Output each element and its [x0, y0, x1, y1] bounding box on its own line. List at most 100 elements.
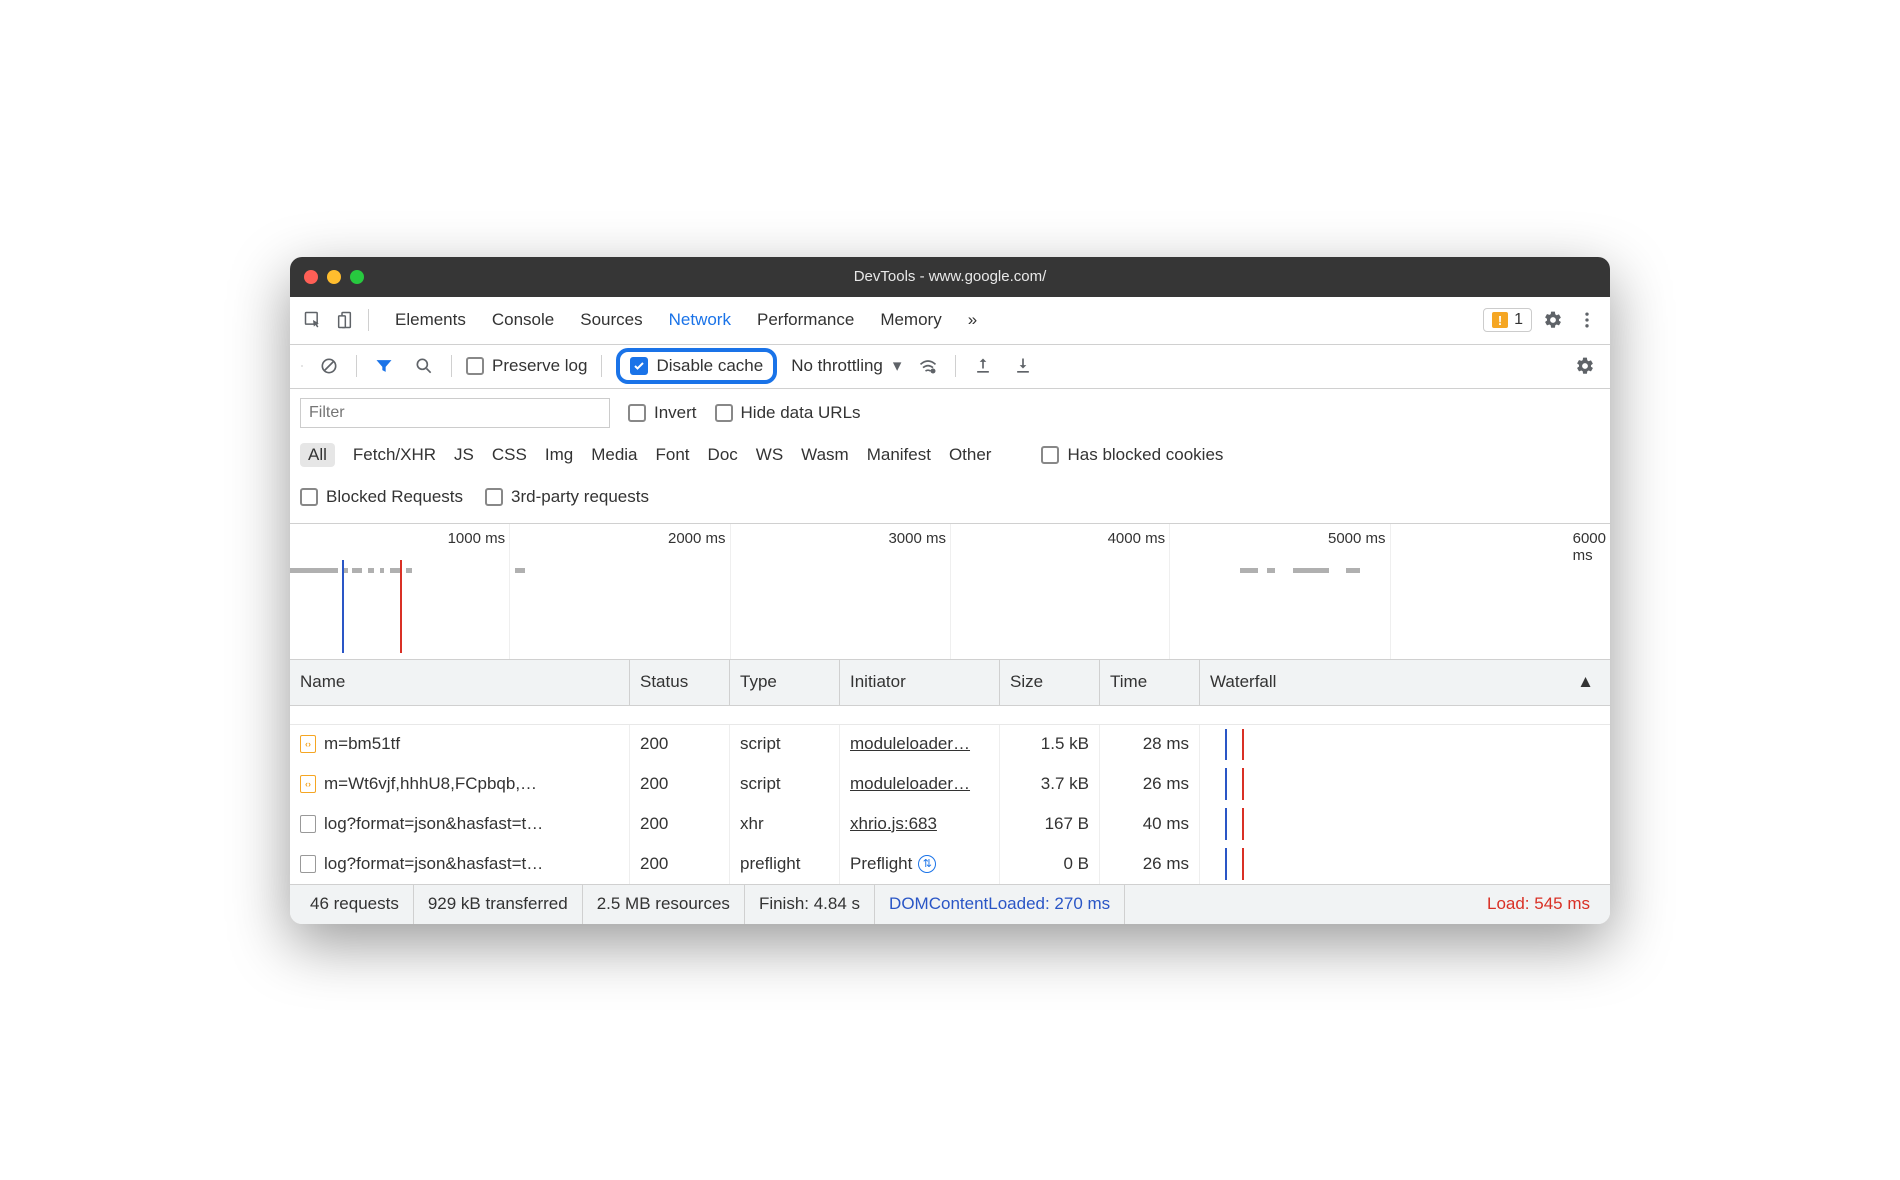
type-fetch-xhr[interactable]: Fetch/XHR	[353, 445, 436, 465]
col-size[interactable]: Size	[1000, 660, 1100, 705]
type-doc[interactable]: Doc	[708, 445, 738, 465]
device-toolbar-icon[interactable]	[334, 307, 360, 333]
tick-label: 3000 ms	[888, 530, 950, 547]
issues-badge[interactable]: ! 1	[1483, 308, 1532, 332]
type-manifest[interactable]: Manifest	[867, 445, 931, 465]
divider	[451, 355, 452, 377]
request-type: script	[730, 764, 840, 804]
request-type: script	[730, 725, 840, 764]
waterfall-cell	[1200, 804, 1610, 844]
third-party-checkbox[interactable]: 3rd-party requests	[485, 487, 649, 507]
request-time: 26 ms	[1100, 844, 1200, 884]
type-other[interactable]: Other	[949, 445, 992, 465]
window-controls	[304, 270, 364, 284]
type-wasm[interactable]: Wasm	[801, 445, 849, 465]
minimize-window-button[interactable]	[327, 270, 341, 284]
waterfall-cell	[1200, 725, 1610, 764]
tab-memory[interactable]: Memory	[880, 310, 941, 330]
inspect-element-icon[interactable]	[300, 307, 326, 333]
col-status[interactable]: Status	[630, 660, 730, 705]
blocked-requests-label: Blocked Requests	[326, 487, 463, 507]
titlebar: DevTools - www.google.com/	[290, 257, 1610, 297]
request-type: preflight	[730, 844, 840, 884]
table-row[interactable]: log?format=json&hasfast=t… 200 preflight…	[290, 844, 1610, 884]
tick-label: 4000 ms	[1108, 530, 1170, 547]
panel-settings-icon[interactable]	[1572, 353, 1598, 379]
export-har-icon[interactable]	[1010, 353, 1036, 379]
import-har-icon[interactable]	[970, 353, 996, 379]
request-name: m=Wt6vjf,hhhU8,FCpbqb,…	[324, 774, 537, 794]
type-all[interactable]: All	[300, 443, 335, 467]
network-conditions-icon[interactable]	[915, 353, 941, 379]
has-blocked-cookies-checkbox[interactable]: Has blocked cookies	[1041, 445, 1223, 465]
table-row[interactable]: ‹›m=bm51tf 200 script moduleloader… 1.5 …	[290, 724, 1610, 764]
waterfall-cell	[1200, 844, 1610, 884]
tab-sources[interactable]: Sources	[580, 310, 642, 330]
devtools-window: DevTools - www.google.com/ Elements Cons…	[290, 257, 1610, 924]
type-font[interactable]: Font	[656, 445, 690, 465]
type-css[interactable]: CSS	[492, 445, 527, 465]
initiator-link[interactable]: moduleloader…	[850, 734, 970, 754]
requests-table-header: Name Status Type Initiator Size Time Wat…	[290, 660, 1610, 706]
disable-cache-checkbox[interactable]: Disable cache	[630, 356, 763, 376]
clear-icon[interactable]	[316, 353, 342, 379]
type-ws[interactable]: WS	[756, 445, 783, 465]
main-toolbar: Elements Console Sources Network Perform…	[290, 297, 1610, 345]
col-initiator[interactable]: Initiator	[840, 660, 1000, 705]
initiator-link[interactable]: xhrio.js:683	[850, 814, 937, 834]
type-js[interactable]: JS	[454, 445, 474, 465]
maximize-window-button[interactable]	[350, 270, 364, 284]
col-time[interactable]: Time	[1100, 660, 1200, 705]
throttling-select[interactable]: No throttling ▾	[791, 356, 901, 376]
divider	[601, 355, 602, 377]
window-title: DevTools - www.google.com/	[290, 268, 1610, 285]
invert-checkbox[interactable]: Invert	[628, 403, 697, 423]
filter-icon[interactable]	[371, 353, 397, 379]
tick-label: 5000 ms	[1328, 530, 1390, 547]
table-row[interactable]: log?format=json&hasfast=t… 200 xhr xhrio…	[290, 804, 1610, 844]
initiator-link[interactable]: moduleloader…	[850, 774, 970, 794]
tab-elements[interactable]: Elements	[395, 310, 466, 330]
request-size: 0 B	[1000, 844, 1100, 884]
disable-cache-label: Disable cache	[656, 356, 763, 376]
initiator-text: Preflight	[850, 854, 912, 874]
hide-data-urls-label: Hide data URLs	[741, 403, 861, 423]
blocked-requests-checkbox[interactable]: Blocked Requests	[300, 487, 463, 507]
col-name[interactable]: Name	[290, 660, 630, 705]
request-type: xhr	[730, 804, 840, 844]
throttling-value: No throttling	[791, 356, 883, 376]
panel-tabs: Elements Console Sources Network Perform…	[395, 310, 977, 330]
preserve-log-checkbox[interactable]: Preserve log	[466, 356, 587, 376]
tabs-overflow[interactable]: »	[968, 310, 977, 330]
sort-indicator-icon: ▲	[1577, 672, 1594, 692]
tick-label: 1000 ms	[448, 530, 510, 547]
tab-performance[interactable]: Performance	[757, 310, 854, 330]
settings-icon[interactable]	[1540, 307, 1566, 333]
request-status: 200	[630, 804, 730, 844]
search-icon[interactable]	[411, 353, 437, 379]
request-size: 3.7 kB	[1000, 764, 1100, 804]
type-img[interactable]: Img	[545, 445, 573, 465]
type-media[interactable]: Media	[591, 445, 637, 465]
divider	[368, 309, 369, 331]
request-status: 200	[630, 764, 730, 804]
type-filter-row: All Fetch/XHR JS CSS Img Media Font Doc …	[300, 435, 1600, 475]
has-blocked-cookies-label: Has blocked cookies	[1067, 445, 1223, 465]
status-load: Load: 545 ms	[1473, 885, 1604, 924]
hide-data-urls-checkbox[interactable]: Hide data URLs	[715, 403, 861, 423]
request-size: 167 B	[1000, 804, 1100, 844]
preserve-log-label: Preserve log	[492, 356, 587, 376]
tab-console[interactable]: Console	[492, 310, 554, 330]
close-window-button[interactable]	[304, 270, 318, 284]
request-status: 200	[630, 844, 730, 884]
col-type[interactable]: Type	[730, 660, 840, 705]
filter-input[interactable]	[300, 398, 610, 428]
tab-network[interactable]: Network	[669, 310, 731, 330]
kebab-menu-icon[interactable]	[1574, 307, 1600, 333]
table-row[interactable]: ‹›m=Wt6vjf,hhhU8,FCpbqb,… 200 script mod…	[290, 764, 1610, 804]
file-type-icon: ‹›	[300, 735, 316, 753]
timeline-overview[interactable]: 1000 ms 2000 ms 3000 ms 4000 ms 5000 ms …	[290, 524, 1610, 660]
col-waterfall[interactable]: Waterfall▲	[1200, 660, 1610, 705]
status-transferred: 929 kB transferred	[414, 885, 583, 924]
request-name: log?format=json&hasfast=t…	[324, 854, 543, 874]
